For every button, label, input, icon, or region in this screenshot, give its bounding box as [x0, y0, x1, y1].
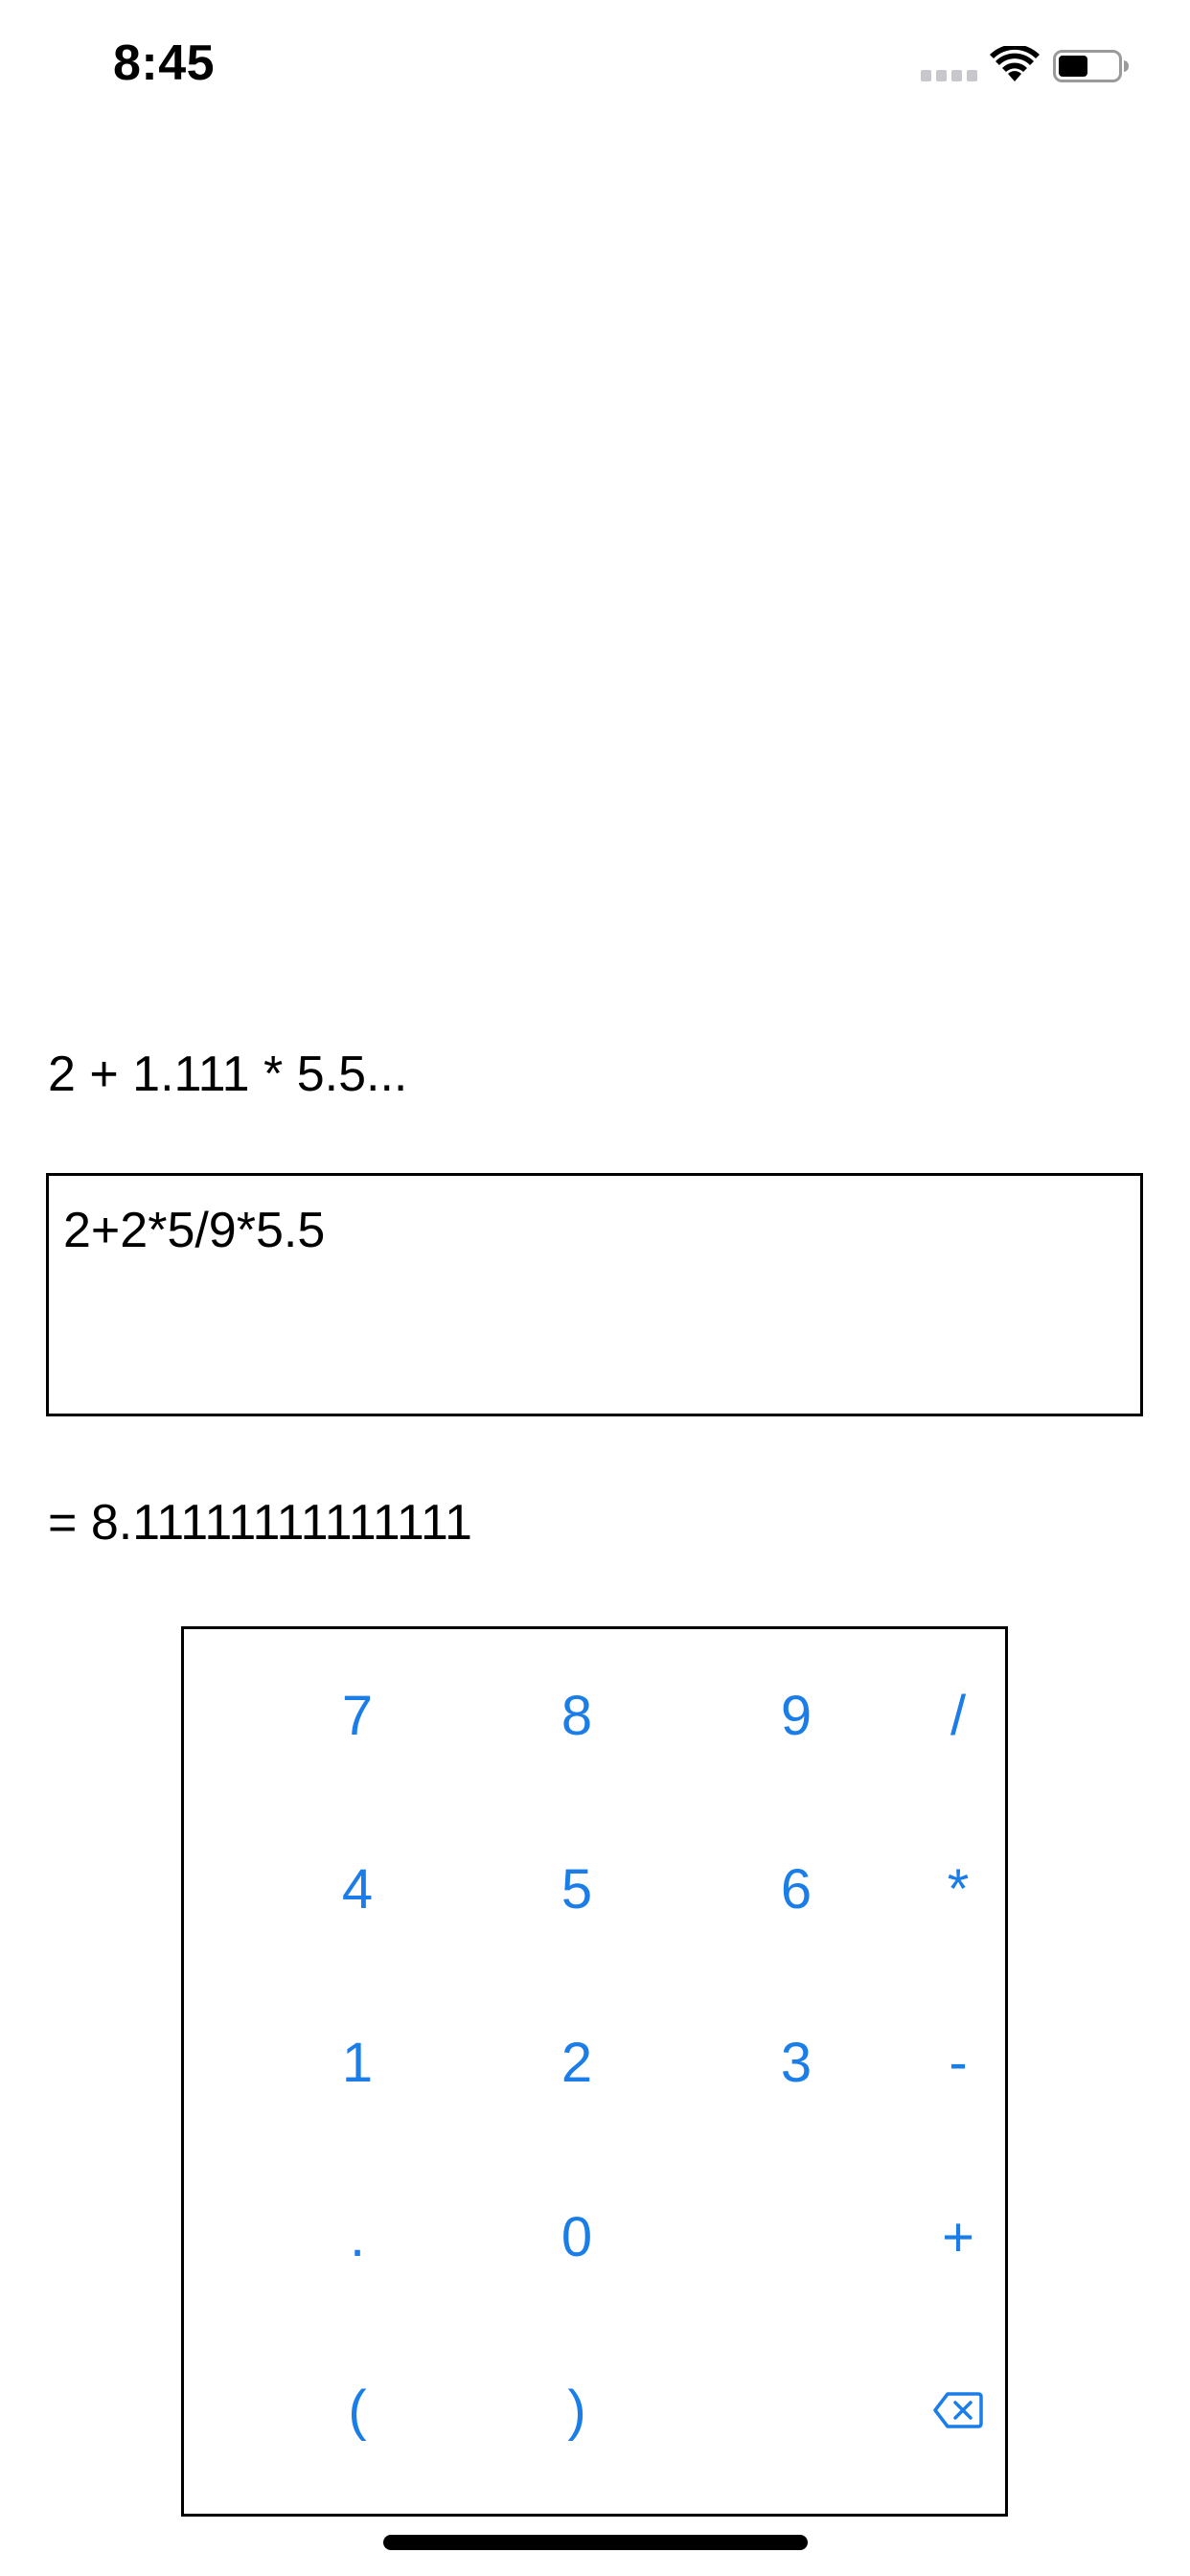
key-multiply[interactable]: * [901, 1822, 1016, 1956]
key-divide[interactable]: / [901, 1648, 1016, 1782]
key-close-paren[interactable]: ) [491, 2343, 663, 2477]
wifi-icon [990, 44, 1040, 82]
key-5[interactable]: 5 [491, 1822, 663, 1956]
result-display: = 8.11111111111111 [48, 1495, 472, 1551]
status-time: 8:45 [113, 35, 216, 91]
home-indicator[interactable] [383, 2535, 808, 2550]
key-7[interactable]: 7 [271, 1648, 444, 1782]
battery-icon [1053, 50, 1130, 82]
key-8[interactable]: 8 [491, 1648, 663, 1782]
key-3[interactable]: 3 [710, 1995, 882, 2129]
cellular-signal-icon [921, 70, 978, 81]
key-0[interactable]: 0 [491, 2170, 663, 2304]
expression-preview: 2 + 1.111 * 5.5... [48, 1046, 408, 1102]
key-2[interactable]: 2 [491, 1995, 663, 2129]
backspace-icon [933, 2391, 983, 2429]
key-4[interactable]: 4 [271, 1822, 444, 1956]
expression-input[interactable]: 2+2*5/9*5.5 [46, 1173, 1143, 1416]
key-1[interactable]: 1 [271, 1995, 444, 2129]
key-9[interactable]: 9 [710, 1648, 882, 1782]
status-bar: 8:45 [0, 0, 1190, 126]
key-6[interactable]: 6 [710, 1822, 882, 1956]
backspace-button[interactable] [901, 2343, 1016, 2477]
key-open-paren[interactable]: ( [271, 2343, 444, 2477]
key-decimal[interactable]: . [271, 2170, 444, 2304]
key-minus[interactable]: - [901, 1995, 1016, 2129]
expression-input-value: 2+2*5/9*5.5 [63, 1203, 326, 1258]
key-plus[interactable]: + [901, 2170, 1016, 2304]
keypad: 7 8 9 / 4 5 6 * 1 2 3 - . 0 + ( ) [181, 1626, 1008, 2517]
